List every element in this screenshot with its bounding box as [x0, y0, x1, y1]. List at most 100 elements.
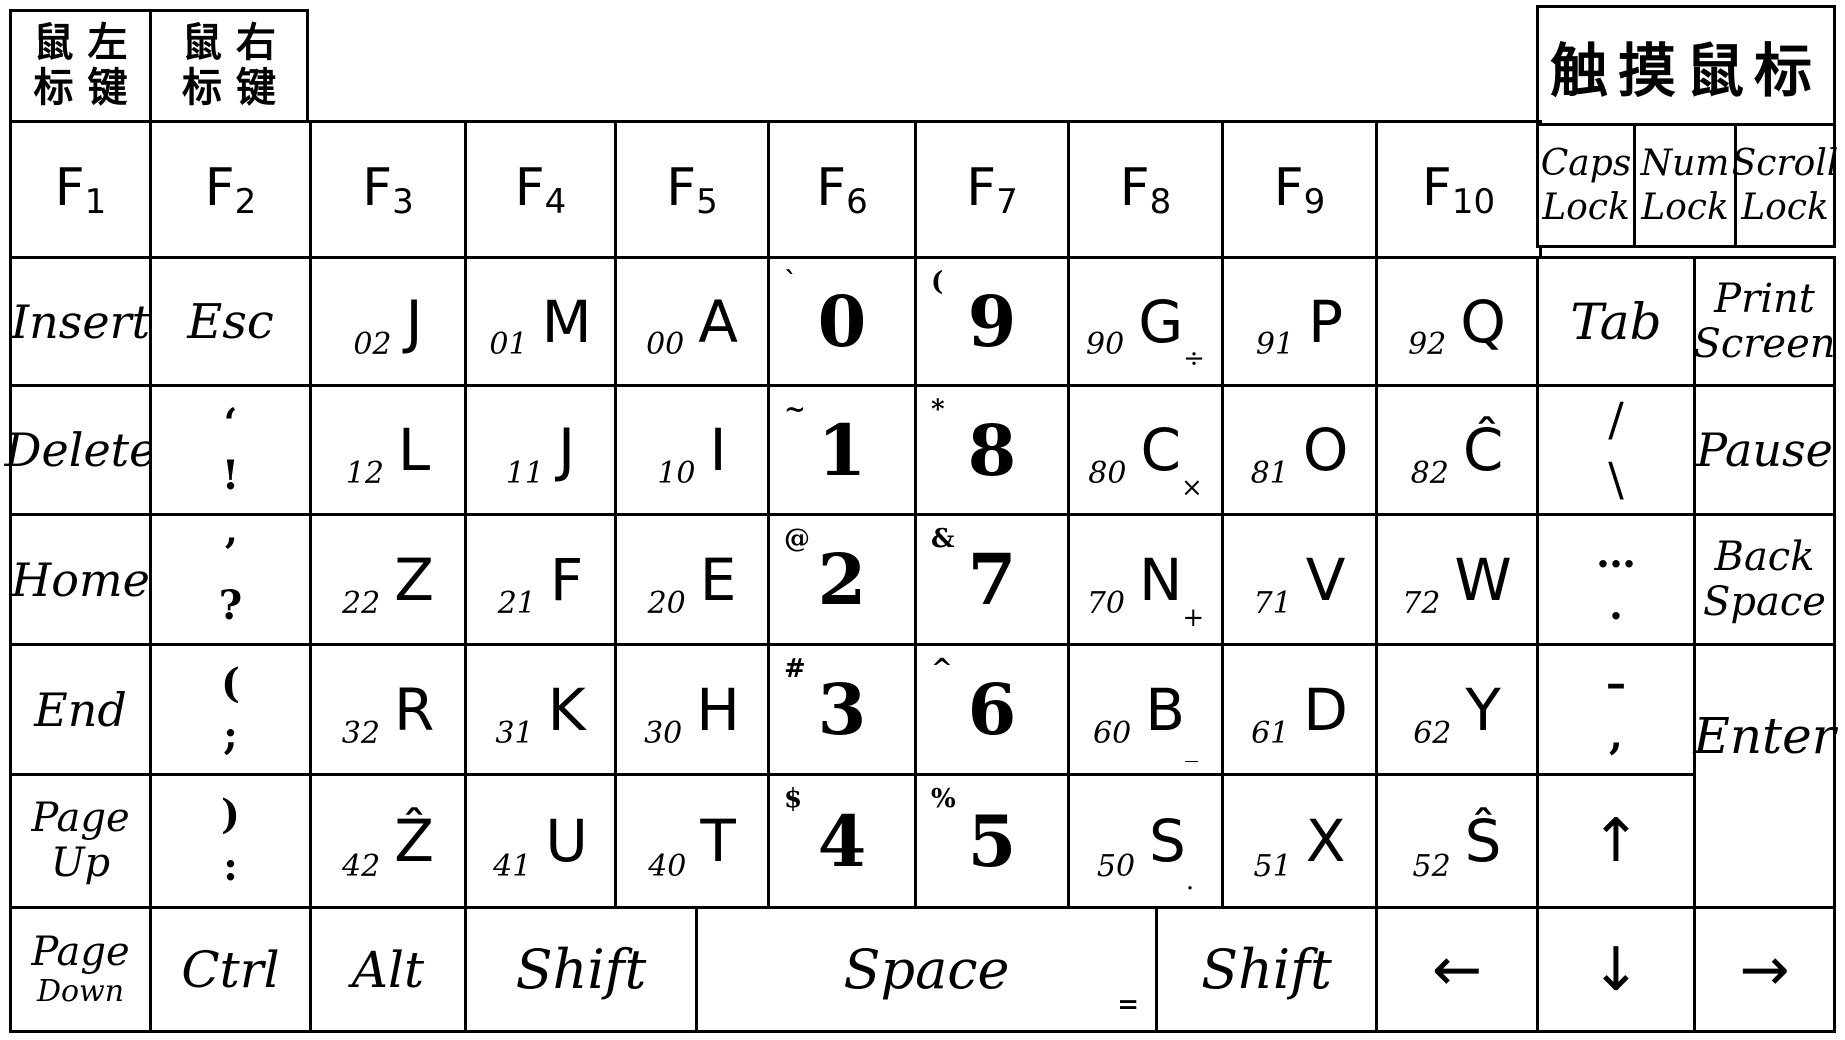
ctrl-key[interactable]: Ctrl [149, 906, 312, 1033]
scroll-lock-key[interactable]: Scroll Lock [1732, 123, 1838, 248]
letter-key[interactable]: 82 Ĉ [1375, 384, 1539, 516]
key-letter: J [405, 287, 423, 356]
left-mouse-button-key[interactable]: 鼠 左 标 键 [9, 9, 152, 123]
letter-key[interactable]: 62 Y [1375, 643, 1539, 776]
f5-key[interactable]: F5 [614, 120, 770, 259]
letter-key[interactable]: 11 J [464, 384, 617, 516]
right-shift-key[interactable]: Shift [1155, 906, 1378, 1033]
key-letter: I [709, 416, 727, 484]
digit: 9 [967, 280, 1017, 363]
alt-key[interactable]: Alt [309, 906, 467, 1033]
touch-mouse-key[interactable]: 触摸鼠标 [1536, 5, 1836, 126]
space-label: Space [843, 937, 1010, 1001]
f10-key[interactable]: F10 [1375, 120, 1542, 259]
letter-key[interactable]: 51 X [1221, 773, 1378, 909]
delete-key[interactable]: Delete [5, 384, 156, 516]
page-down-key[interactable]: Page Down [9, 906, 152, 1033]
caps-lock-key[interactable]: Caps Lock [1536, 123, 1636, 248]
digit-key[interactable]: ` 0 [767, 256, 917, 387]
f1-key[interactable]: F1 [9, 120, 152, 259]
f3-key[interactable]: F3 [309, 120, 467, 259]
letter-key[interactable]: 20 E [614, 513, 770, 646]
down-arrow-key[interactable]: ↓ [1536, 906, 1696, 1033]
punctuation-key[interactable]: (; [149, 643, 312, 776]
enter-key[interactable]: Enter [1693, 643, 1836, 909]
f7-label: F7 [966, 157, 1018, 222]
letter-key[interactable]: 02 J [309, 256, 467, 387]
num-lock-key[interactable]: Num Lock [1633, 123, 1737, 248]
key-code: 42 [342, 849, 381, 884]
key-letter: D [1303, 675, 1348, 744]
up-arrow-key[interactable]: ↑ [1536, 773, 1696, 909]
insert-key[interactable]: Insert [9, 256, 152, 387]
key-code: 21 [497, 586, 536, 621]
digit-key[interactable]: $4 [767, 773, 917, 909]
letter-key[interactable]: 81 O [1221, 384, 1378, 516]
f9-key[interactable]: F9 [1221, 120, 1378, 259]
left-arrow-key[interactable]: ← [1375, 906, 1539, 1033]
tab-key[interactable]: Tab [1536, 256, 1696, 387]
key-letter: L [397, 416, 431, 484]
letter-key[interactable]: 22 Z [309, 513, 467, 646]
letter-key[interactable]: 92 Q [1375, 256, 1539, 387]
key-letter: Ĉ [1462, 416, 1504, 484]
right-mouse-button-key[interactable]: 鼠 右 标 键 [149, 9, 309, 123]
digit-key[interactable]: #3 [767, 643, 917, 776]
f6-key[interactable]: F6 [767, 120, 917, 259]
letter-key[interactable]: 12 L [309, 384, 467, 516]
punctuation-key[interactable]: ‘! [149, 384, 312, 516]
letter-key[interactable]: 00 A [614, 256, 770, 387]
pause-key[interactable]: Pause [1693, 384, 1836, 516]
letter-key[interactable]: 42 Ẑ [309, 773, 467, 909]
esc-key[interactable]: Esc [149, 256, 312, 387]
digit-key[interactable]: & 7 [914, 513, 1070, 646]
digit-key[interactable]: @2 [767, 513, 917, 646]
angle-bracket-key[interactable]: / \ [1536, 384, 1696, 516]
letter-key[interactable]: 91 P [1221, 256, 1378, 387]
print-screen-key[interactable]: Print Screen [1693, 256, 1836, 387]
letter-key[interactable]: 32 R [309, 643, 467, 776]
page-up-key[interactable]: Page Up [9, 773, 152, 909]
digit-key[interactable]: % 5 [914, 773, 1070, 909]
digit-key[interactable]: (9 [914, 256, 1070, 387]
key-code: 01 [489, 327, 528, 362]
digit-key[interactable]: ^ 6 [914, 643, 1070, 776]
letter-key[interactable]: 10 I [614, 384, 770, 516]
left-shift-label: Shift [515, 937, 647, 1001]
punctuation-key[interactable]: ): [149, 773, 312, 909]
letter-key[interactable]: 01 M [464, 256, 617, 387]
f2-key[interactable]: F2 [149, 120, 312, 259]
f3-label: F3 [362, 157, 414, 222]
letter-key[interactable]: 80 C × [1067, 384, 1224, 516]
letter-key[interactable]: 40 T [614, 773, 770, 909]
key-letter: E [699, 545, 737, 614]
right-arrow-key[interactable]: → [1693, 906, 1836, 1033]
letter-key[interactable]: 41 U [464, 773, 617, 909]
letter-key[interactable]: 61 D [1221, 643, 1378, 776]
letter-key[interactable]: 70 N + [1067, 513, 1224, 646]
backspace-key[interactable]: Back Space [1693, 513, 1836, 646]
ellipsis-period-key[interactable]: …. [1536, 513, 1696, 646]
f8-key[interactable]: F8 [1067, 120, 1224, 259]
dash-comma-key[interactable]: –, [1536, 643, 1696, 776]
digit-key[interactable]: ~1 [767, 384, 917, 516]
key-code: 90 [1086, 327, 1125, 362]
letter-key[interactable]: 71 V [1221, 513, 1378, 646]
letter-key[interactable]: 50 S. [1067, 773, 1224, 909]
letter-key[interactable]: 30 H [614, 643, 770, 776]
punctuation-bottom: ! [221, 452, 240, 499]
letter-key[interactable]: 72 W [1375, 513, 1539, 646]
digit-key[interactable]: * 8 [914, 384, 1070, 516]
left-shift-key[interactable]: Shift [464, 906, 698, 1033]
letter-key[interactable]: 21 F [464, 513, 617, 646]
f4-key[interactable]: F4 [464, 120, 617, 259]
space-key[interactable]: Space = [695, 906, 1158, 1033]
f7-key[interactable]: F7 [914, 120, 1070, 259]
letter-key[interactable]: 52 Ŝ [1375, 773, 1539, 909]
letter-key[interactable]: 31 K [464, 643, 617, 776]
home-key[interactable]: Home [9, 513, 152, 646]
punctuation-key[interactable]: ’? [149, 513, 312, 646]
letter-key[interactable]: 60 B _ [1067, 643, 1224, 776]
letter-key[interactable]: 90 G ÷ [1067, 256, 1224, 387]
end-key[interactable]: End [9, 643, 152, 776]
